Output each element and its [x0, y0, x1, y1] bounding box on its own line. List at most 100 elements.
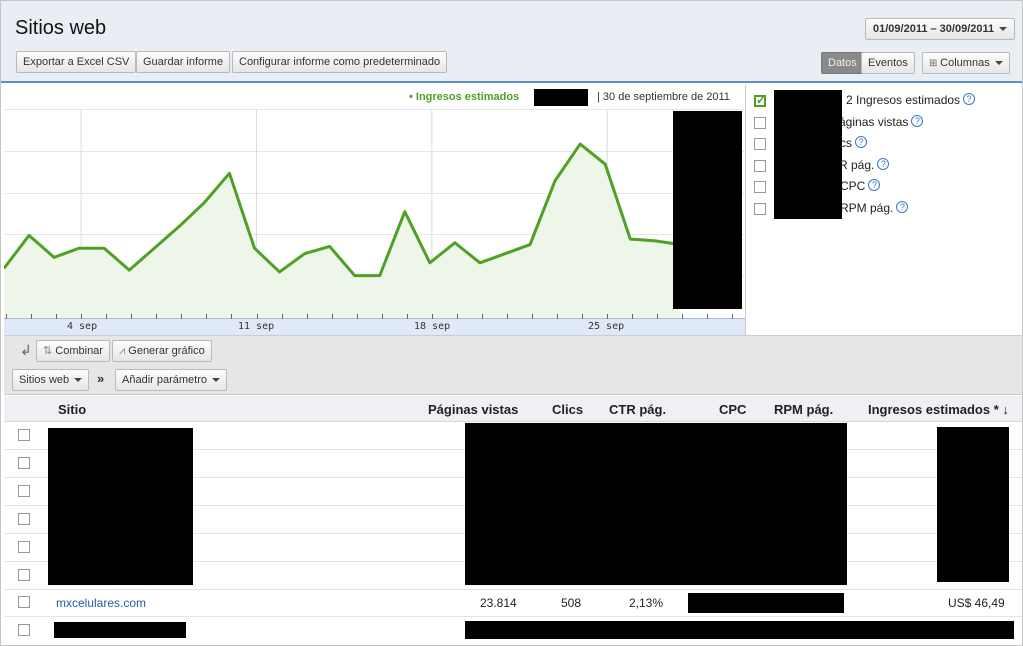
x-tick-label: 18 sep	[414, 321, 451, 332]
legend-date-label: | 30 de septiembre de 2011	[597, 91, 730, 103]
row-checkbox[interactable]	[18, 541, 30, 553]
column-header-sitio[interactable]: Sitio	[58, 402, 86, 417]
data-point[interactable]	[502, 251, 508, 257]
data-point[interactable]	[352, 273, 358, 279]
set-default-report-button[interactable]: Configurar informe como predeterminado	[232, 51, 448, 73]
column-header-rpm[interactable]: RPM pág.	[774, 402, 833, 417]
help-icon[interactable]: ?	[868, 179, 881, 191]
data-point[interactable]	[402, 209, 408, 215]
save-report-button[interactable]: Guardar informe	[136, 51, 231, 73]
add-parameter-button[interactable]: Añadir parámetro	[115, 369, 227, 391]
x-tick-mark	[6, 314, 7, 319]
metric-checkbox[interactable]	[754, 137, 766, 150]
help-icon[interactable]: ?	[877, 158, 890, 170]
help-icon[interactable]: ?	[855, 136, 867, 148]
x-tick-mark	[31, 314, 33, 319]
date-range-picker[interactable]: 01/09/2011 – 30/09/2011	[865, 18, 1016, 40]
data-point[interactable]	[176, 223, 182, 229]
chevron-down-icon	[74, 378, 83, 383]
column-header-cpc[interactable]: CPC	[719, 402, 746, 417]
column-header-ctr[interactable]: CTR pág.	[609, 402, 666, 417]
row-checkbox[interactable]	[18, 429, 30, 441]
metric-checkbox[interactable]	[754, 116, 766, 129]
date-range-label: 01/09/2011 – 30/09/2011	[873, 23, 995, 35]
datos-toggle-button[interactable]: Datos	[821, 52, 864, 74]
x-tick-mark	[331, 314, 333, 319]
columns-menu-button[interactable]: ⊞ Columnas	[922, 52, 1010, 74]
adsense-report-page: Sitios web 01/09/2011 – 30/09/2011 Expor…	[0, 0, 1023, 646]
data-point[interactable]	[427, 260, 433, 266]
redacted-earnings	[937, 427, 1009, 582]
column-header-ingresos[interactable]: Ingresos estimados * ↓	[868, 402, 1009, 417]
chart-plot-svg[interactable]	[4, 109, 745, 318]
x-tick-label: 25 sep	[588, 321, 625, 332]
data-point[interactable]	[126, 267, 132, 273]
data-point[interactable]	[101, 245, 107, 251]
data-point[interactable]	[302, 251, 308, 257]
x-tick-mark	[206, 314, 208, 319]
columns-icon: ⊞	[929, 58, 941, 69]
help-icon[interactable]: ?	[896, 201, 909, 213]
row-checkbox[interactable]	[18, 513, 30, 525]
redacted-cpc-rpm	[688, 593, 844, 613]
series-area	[4, 144, 681, 318]
data-point[interactable]	[151, 245, 157, 251]
data-point[interactable]	[277, 269, 283, 275]
row-checkbox[interactable]	[18, 624, 30, 636]
data-point[interactable]	[327, 243, 333, 249]
help-icon[interactable]: ?	[911, 115, 924, 127]
site-link[interactable]: mxcelulares.com	[56, 596, 146, 610]
x-axis: 4 sep 11 sep 18 sep 25 sep	[4, 314, 745, 335]
chevron-down-icon	[994, 61, 1003, 66]
breadcrumb-separator: »	[97, 371, 105, 386]
data-point[interactable]	[26, 232, 32, 238]
eventos-toggle-button[interactable]: Eventos	[861, 52, 915, 74]
data-point[interactable]	[51, 254, 57, 260]
x-tick-mark	[381, 314, 383, 319]
data-point[interactable]	[76, 245, 82, 251]
row-checkbox[interactable]	[18, 569, 30, 581]
data-point[interactable]	[577, 141, 583, 147]
data-point[interactable]	[226, 170, 232, 176]
data-point[interactable]	[477, 260, 483, 266]
legend-series-label: • Ingresos estimados	[409, 91, 520, 103]
metric-label: R pág.	[839, 158, 875, 172]
ingresos-value: US$ 46,49	[948, 596, 1005, 610]
metric-checkbox[interactable]	[754, 93, 766, 107]
metric-label: RPM pág.	[840, 201, 894, 215]
dimension-select-sitios-web[interactable]: Sitios web	[12, 369, 90, 391]
x-tick-mark	[231, 314, 233, 319]
metric-checkbox[interactable]	[754, 159, 766, 172]
dimension-label: Sitios web	[19, 374, 70, 386]
export-csv-button[interactable]: Exportar a Excel CSV	[16, 51, 137, 73]
row-checkbox[interactable]	[18, 485, 30, 497]
data-point[interactable]	[527, 242, 533, 248]
x-tick-mark	[507, 314, 508, 319]
redacted-row-values	[465, 423, 847, 585]
row-checkbox[interactable]	[18, 596, 30, 608]
page-title: Sitios web	[15, 17, 107, 39]
x-tick-mark	[81, 314, 83, 319]
row-checkbox[interactable]	[18, 457, 30, 469]
clics-value: 508	[561, 596, 582, 610]
generate-chart-button[interactable]: ⩘ Generar gráfico	[112, 340, 212, 362]
combine-button[interactable]: ⇅ Combinar	[36, 340, 110, 362]
data-point[interactable]	[652, 238, 658, 244]
table-toolbar: ↲ ⇅ Combinar ⩘ Generar gráfico Sitios we…	[4, 335, 1022, 395]
x-tick-mark	[657, 314, 659, 319]
data-point[interactable]	[452, 240, 458, 246]
data-point[interactable]	[552, 178, 558, 184]
metric-checkbox[interactable]	[754, 202, 766, 215]
metric-label: 2 Ingresos estimados	[846, 93, 961, 107]
data-point[interactable]	[627, 236, 633, 242]
x-tick-mark	[632, 314, 634, 319]
help-icon[interactable]: ?	[963, 93, 976, 105]
metric-checkbox[interactable]	[754, 180, 766, 193]
data-point[interactable]	[252, 245, 258, 251]
data-point[interactable]	[602, 161, 608, 167]
redacted-site-name	[54, 622, 186, 638]
data-point[interactable]	[201, 200, 207, 206]
data-point[interactable]	[377, 273, 383, 279]
column-header-clics[interactable]: Clics	[552, 402, 583, 417]
column-header-paginas-vistas[interactable]: Páginas vistas	[428, 402, 518, 417]
